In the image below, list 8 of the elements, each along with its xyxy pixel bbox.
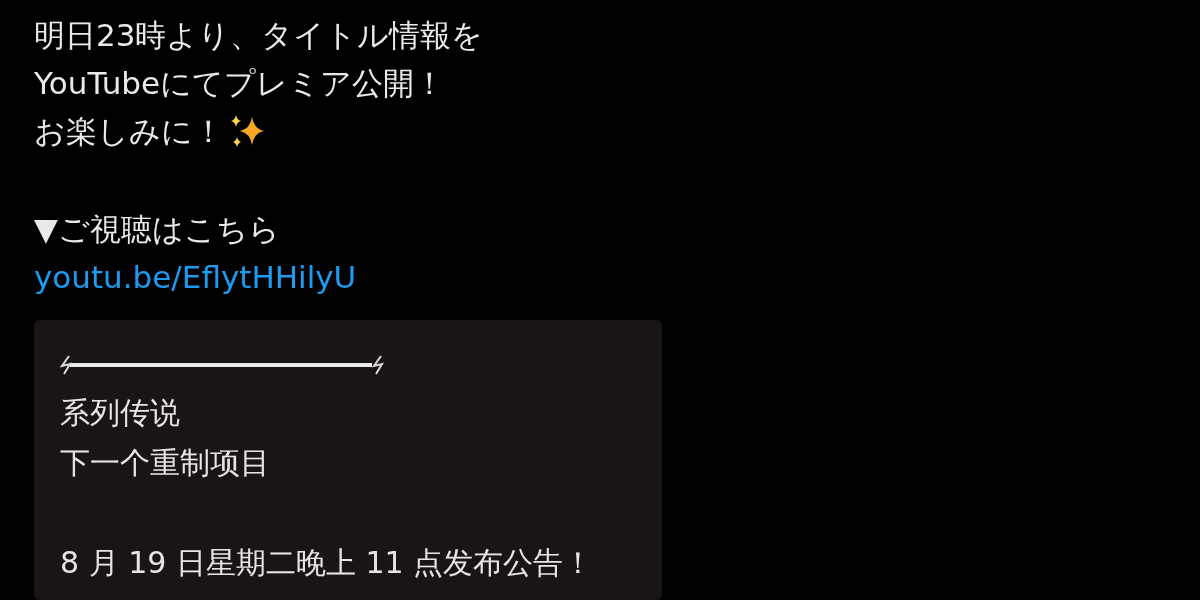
translation-text: 下一个重制项目: [60, 444, 270, 482]
video-link[interactable]: youtu.be/EflytHHilyU: [34, 257, 357, 297]
post-text: 明日23時より、タイトル情報を: [34, 16, 484, 55]
post-text: YouTubeにてプレミア公開！: [34, 64, 446, 103]
translation-text: 8 月 19 日星期二晚上 11 点发布公告！: [60, 544, 594, 582]
translation-text: 系列传说: [60, 394, 181, 432]
post-text: お楽しみに！: [34, 112, 224, 151]
post-text: ▼ご視聴はこちら: [34, 210, 280, 249]
